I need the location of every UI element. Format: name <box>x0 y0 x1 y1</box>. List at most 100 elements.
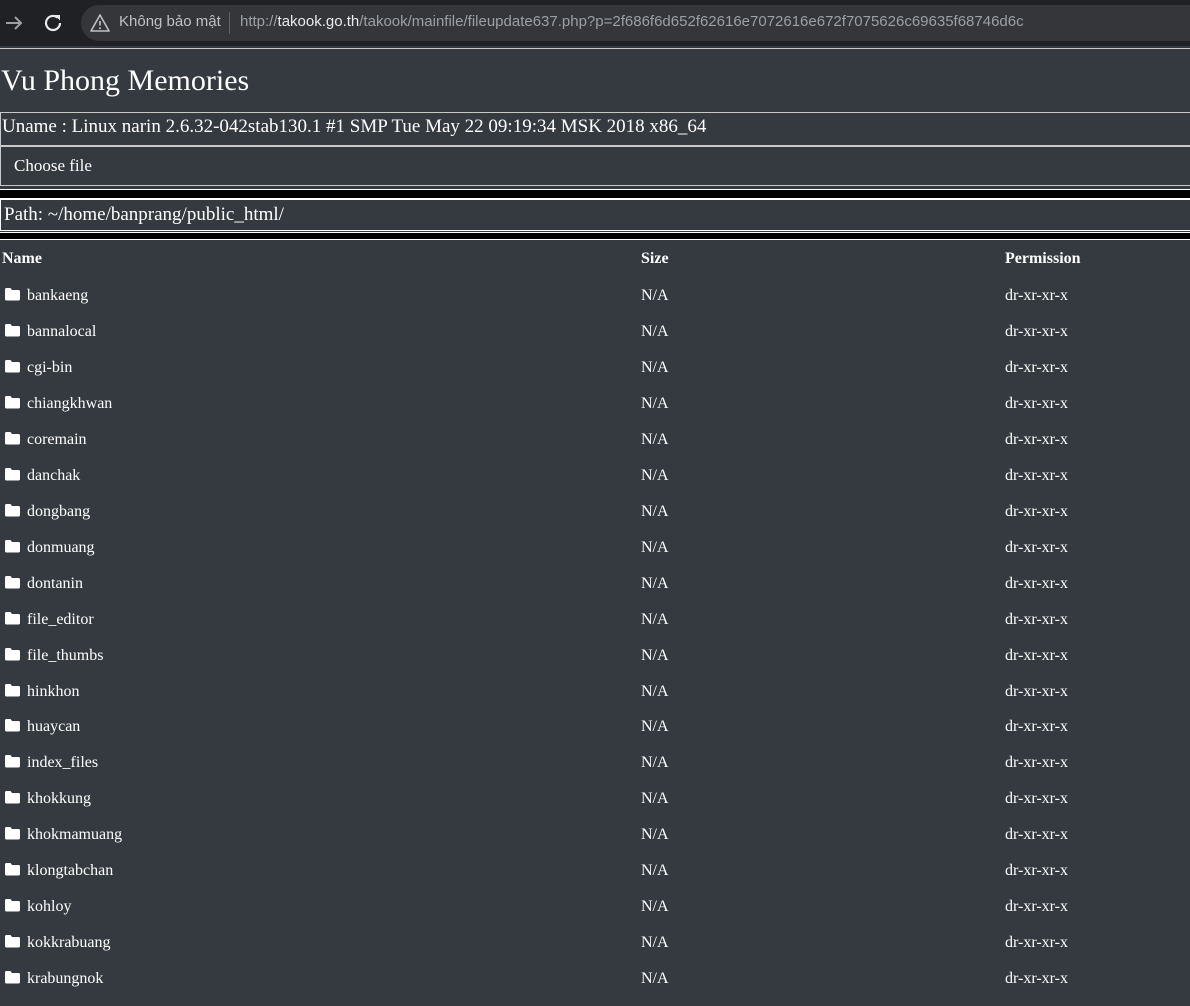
table-row[interactable]: bannalocal N/A dr-xr-xr-x <box>0 323 1190 359</box>
table-row[interactable]: index_files N/A dr-xr-xr-x <box>0 754 1190 790</box>
table-row[interactable]: dontanin N/A dr-xr-xr-x <box>0 575 1190 611</box>
file-name-link[interactable]: chiangkhwan <box>27 394 112 414</box>
file-permission[interactable]: dr-xr-xr-x <box>1005 825 1068 845</box>
file-permission[interactable]: dr-xr-xr-x <box>1005 861 1068 881</box>
file-name-link[interactable]: huaycan <box>27 717 80 737</box>
file-size: N/A <box>641 934 669 952</box>
file-size: N/A <box>641 790 669 808</box>
file-permission[interactable]: dr-xr-xr-x <box>1005 897 1068 917</box>
url-text[interactable]: http://takook.go.th/takook/mainfile/file… <box>240 13 1024 30</box>
file-name-link[interactable]: bankaeng <box>27 286 88 306</box>
file-permission[interactable]: dr-xr-xr-x <box>1005 394 1068 414</box>
file-name-link[interactable]: khokkung <box>27 789 91 809</box>
file-permission[interactable]: dr-xr-xr-x <box>1005 430 1068 450</box>
url-scheme: http:// <box>240 13 278 30</box>
table-row[interactable]: klongtabchan N/A dr-xr-xr-x <box>0 862 1190 898</box>
file-name-link[interactable]: file_thumbs <box>27 646 103 666</box>
table-row[interactable]: bankaeng N/A dr-xr-xr-x <box>0 287 1190 323</box>
uname-text: Uname : Linux narin 2.6.32-042stab130.1 … <box>2 116 707 137</box>
file-permission[interactable]: dr-xr-xr-x <box>1005 646 1068 666</box>
file-size: N/A <box>641 970 669 988</box>
file-name-link[interactable]: hinkhon <box>27 682 79 702</box>
table-row[interactable]: khokmamuang N/A dr-xr-xr-x <box>0 826 1190 862</box>
file-size: N/A <box>641 394 669 412</box>
file-size: N/A <box>641 287 669 304</box>
file-name-link[interactable]: file_editor <box>27 610 94 630</box>
table-row[interactable]: coremain N/A dr-xr-xr-x <box>0 431 1190 467</box>
file-size: N/A <box>641 826 669 844</box>
table-row[interactable]: hinkhon N/A dr-xr-xr-x <box>0 683 1190 719</box>
file-permission[interactable]: dr-xr-xr-x <box>1005 682 1068 702</box>
file-size: N/A <box>641 502 669 520</box>
file-permission[interactable]: dr-xr-xr-x <box>1005 502 1068 522</box>
url-path: /takook/mainfile/fileupdate637.php?p=2f6… <box>359 13 1024 30</box>
file-name-link[interactable]: danchak <box>27 466 80 486</box>
table-row[interactable]: cgi-bin N/A dr-xr-xr-x <box>0 359 1190 395</box>
file-name-link[interactable]: bannalocal <box>27 322 96 342</box>
table-row[interactable]: file_editor N/A dr-xr-xr-x <box>0 611 1190 647</box>
folder-icon <box>5 323 20 337</box>
file-size: N/A <box>641 898 669 916</box>
column-header-size[interactable]: Size <box>641 249 669 269</box>
file-name-link[interactable]: dongbang <box>27 502 90 522</box>
file-permission[interactable]: dr-xr-xr-x <box>1005 538 1068 558</box>
file-name-link[interactable]: dontanin <box>27 574 83 594</box>
table-row[interactable]: huaycan N/A dr-xr-xr-x <box>0 718 1190 754</box>
table-row[interactable]: kokkrabuang N/A dr-xr-xr-x <box>0 934 1190 970</box>
address-bar[interactable]: Không bảo mật http://takook.go.th/takook… <box>81 5 1190 41</box>
file-name-link[interactable]: kohloy <box>27 897 71 917</box>
file-permission[interactable]: dr-xr-xr-x <box>1005 358 1068 378</box>
folder-icon <box>5 791 20 804</box>
file-size: N/A <box>641 610 669 628</box>
warning-icon[interactable] <box>90 13 110 33</box>
file-name-link[interactable]: kokkrabuang <box>27 933 111 953</box>
file-name-link[interactable]: krabungnok <box>27 969 103 989</box>
file-permission[interactable]: dr-xr-xr-x <box>1005 753 1068 773</box>
security-status-label[interactable]: Không bảo mật <box>119 13 221 30</box>
folder-icon <box>5 971 20 984</box>
file-name-link[interactable]: donmuang <box>27 538 95 558</box>
column-header-permission[interactable]: Permission <box>1005 249 1081 269</box>
file-size: N/A <box>641 754 669 772</box>
folder-icon <box>5 395 20 409</box>
folder-icon <box>5 611 20 624</box>
file-permission[interactable]: dr-xr-xr-x <box>1005 574 1068 594</box>
file-permission[interactable]: dr-xr-xr-x <box>1005 789 1068 809</box>
table-row[interactable]: donmuang N/A dr-xr-xr-x <box>0 539 1190 575</box>
file-name-link[interactable]: coremain <box>27 430 87 450</box>
url-host: takook.go.th <box>277 13 360 30</box>
reload-icon[interactable] <box>41 11 65 35</box>
file-permission[interactable]: dr-xr-xr-x <box>1005 717 1068 737</box>
current-path: Path: ~/home/banprang/public_html/ <box>4 204 284 225</box>
folder-icon <box>5 431 20 445</box>
table-row[interactable]: chiangkhwan N/A dr-xr-xr-x <box>0 395 1190 431</box>
table-row[interactable]: danchak N/A dr-xr-xr-x <box>0 467 1190 503</box>
file-name-link[interactable]: cgi-bin <box>27 358 72 378</box>
file-permission[interactable]: dr-xr-xr-x <box>1005 933 1068 953</box>
file-permission[interactable]: dr-xr-xr-x <box>1005 610 1068 630</box>
folder-icon <box>5 935 20 948</box>
file-permission[interactable]: dr-xr-xr-x <box>1005 466 1068 486</box>
folder-icon <box>5 539 20 553</box>
table-row[interactable]: kohloy N/A dr-xr-xr-x <box>0 898 1190 934</box>
upload-panel <box>0 146 1190 186</box>
choose-file-button[interactable]: Choose file <box>14 156 92 176</box>
folder-icon <box>5 755 20 768</box>
file-permission[interactable]: dr-xr-xr-x <box>1005 322 1068 342</box>
file-name-link[interactable]: index_files <box>27 753 98 773</box>
column-header-name[interactable]: Name <box>2 249 42 269</box>
file-permission[interactable]: dr-xr-xr-x <box>1005 286 1068 306</box>
browser-toolbar: Không bảo mật http://takook.go.th/takook… <box>0 0 1190 46</box>
file-name-link[interactable]: khokmamuang <box>27 825 122 845</box>
folder-icon <box>5 719 20 732</box>
table-row[interactable]: krabungnok N/A dr-xr-xr-x <box>0 970 1190 1006</box>
folder-icon <box>5 288 20 301</box>
file-name-link[interactable]: klongtabchan <box>27 861 113 881</box>
table-row[interactable]: khokkung N/A dr-xr-xr-x <box>0 790 1190 826</box>
table-row[interactable]: file_thumbs N/A dr-xr-xr-x <box>0 647 1190 683</box>
table-row[interactable]: dongbang N/A dr-xr-xr-x <box>0 503 1190 539</box>
folder-icon <box>5 647 20 660</box>
file-permission[interactable]: dr-xr-xr-x <box>1005 969 1068 989</box>
forward-arrow-icon[interactable] <box>3 12 25 34</box>
header-divider <box>0 48 1190 49</box>
